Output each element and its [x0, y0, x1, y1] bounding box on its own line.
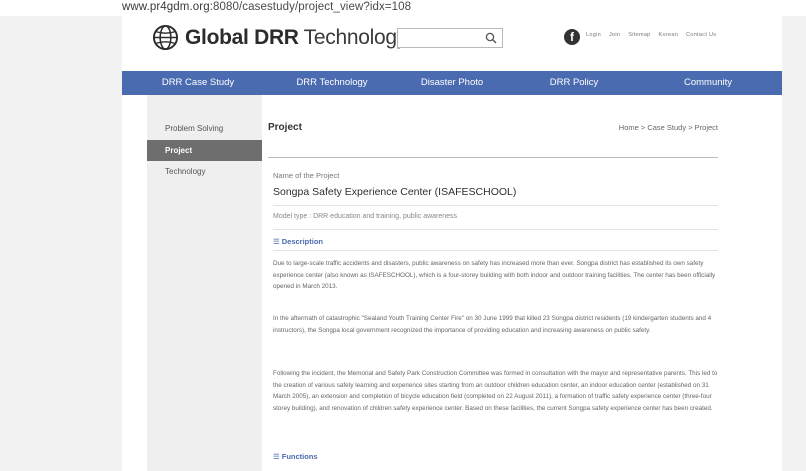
project-name: Songpa Safety Experience Center (ISAFESC… [273, 186, 517, 198]
main-content: Project Home > Case Study > Project Name… [268, 95, 728, 471]
list-icon: ☰ [273, 237, 280, 246]
right-gutter [782, 16, 806, 471]
divider [273, 229, 718, 230]
functions-heading: ☰ Functions [273, 452, 318, 461]
project-name-label: Name of the Project [273, 171, 340, 180]
nav-item-disaster-photo[interactable]: Disaster Photo [390, 71, 514, 95]
nav-item-drr-case-study[interactable]: DRR Case Study [122, 71, 274, 95]
logo-text-strong: Global DRR [185, 25, 299, 49]
breadcrumb[interactable]: Home > Case Study > Project [619, 123, 718, 132]
top-link-contact[interactable]: Contact Us [686, 32, 716, 38]
nav-item-community[interactable]: Community [634, 71, 782, 95]
sidebar-item-technology[interactable]: Technology [147, 161, 262, 182]
sidebar-item-project[interactable]: Project [147, 140, 262, 161]
left-gutter [0, 16, 122, 471]
logo-text-light: Technology [303, 25, 408, 49]
description-paragraph-3: Following the incident, the Memorial and… [273, 370, 718, 412]
top-link-korean[interactable]: Korean [659, 32, 679, 38]
search-icon[interactable] [485, 32, 497, 44]
list-icon: ☰ [273, 452, 280, 461]
header-divider [268, 157, 718, 158]
site-logo[interactable]: Global DRR Technology [152, 24, 407, 51]
globe-icon [152, 24, 179, 51]
description-paragraph-1: Due to large-scale traffic accidents and… [273, 260, 716, 290]
sidebar-item-problem-solving[interactable]: Problem Solving [147, 118, 262, 139]
search-input[interactable] [397, 28, 503, 48]
model-type: Model type : DRR education and training,… [273, 213, 458, 220]
top-link-sitemap[interactable]: Sitemap [628, 32, 650, 38]
top-link-login[interactable]: Login [586, 32, 601, 38]
divider [273, 205, 718, 206]
description-paragraph-2: In the aftermath of catastrophic "Sealan… [273, 315, 712, 334]
title-row: Project Home > Case Study > Project [268, 122, 718, 133]
nav-item-drr-technology[interactable]: DRR Technology [274, 71, 390, 95]
main-nav: DRR Case Study DRR Technology Disaster P… [122, 71, 782, 95]
web-page: Global DRR Technology f Login Join Sitem… [122, 16, 782, 471]
utility-links: Login Join Sitemap Korean Contact Us [586, 32, 716, 38]
site-header: Global DRR Technology f Login Join Sitem… [122, 16, 782, 60]
url-text[interactable]: www.pr4gdm.org:8080/casestudy/project_vi… [122, 1, 411, 13]
top-link-join[interactable]: Join [609, 32, 620, 38]
description-heading: ☰ Description [273, 237, 323, 246]
facebook-icon[interactable]: f [564, 29, 580, 45]
sidebar: Problem Solving Project Technology [147, 95, 262, 471]
browser-address-bar[interactable]: www.pr4gdm.org:8080/casestudy/project_vi… [0, 0, 806, 16]
divider [273, 250, 718, 251]
nav-item-drr-policy[interactable]: DRR Policy [514, 71, 634, 95]
